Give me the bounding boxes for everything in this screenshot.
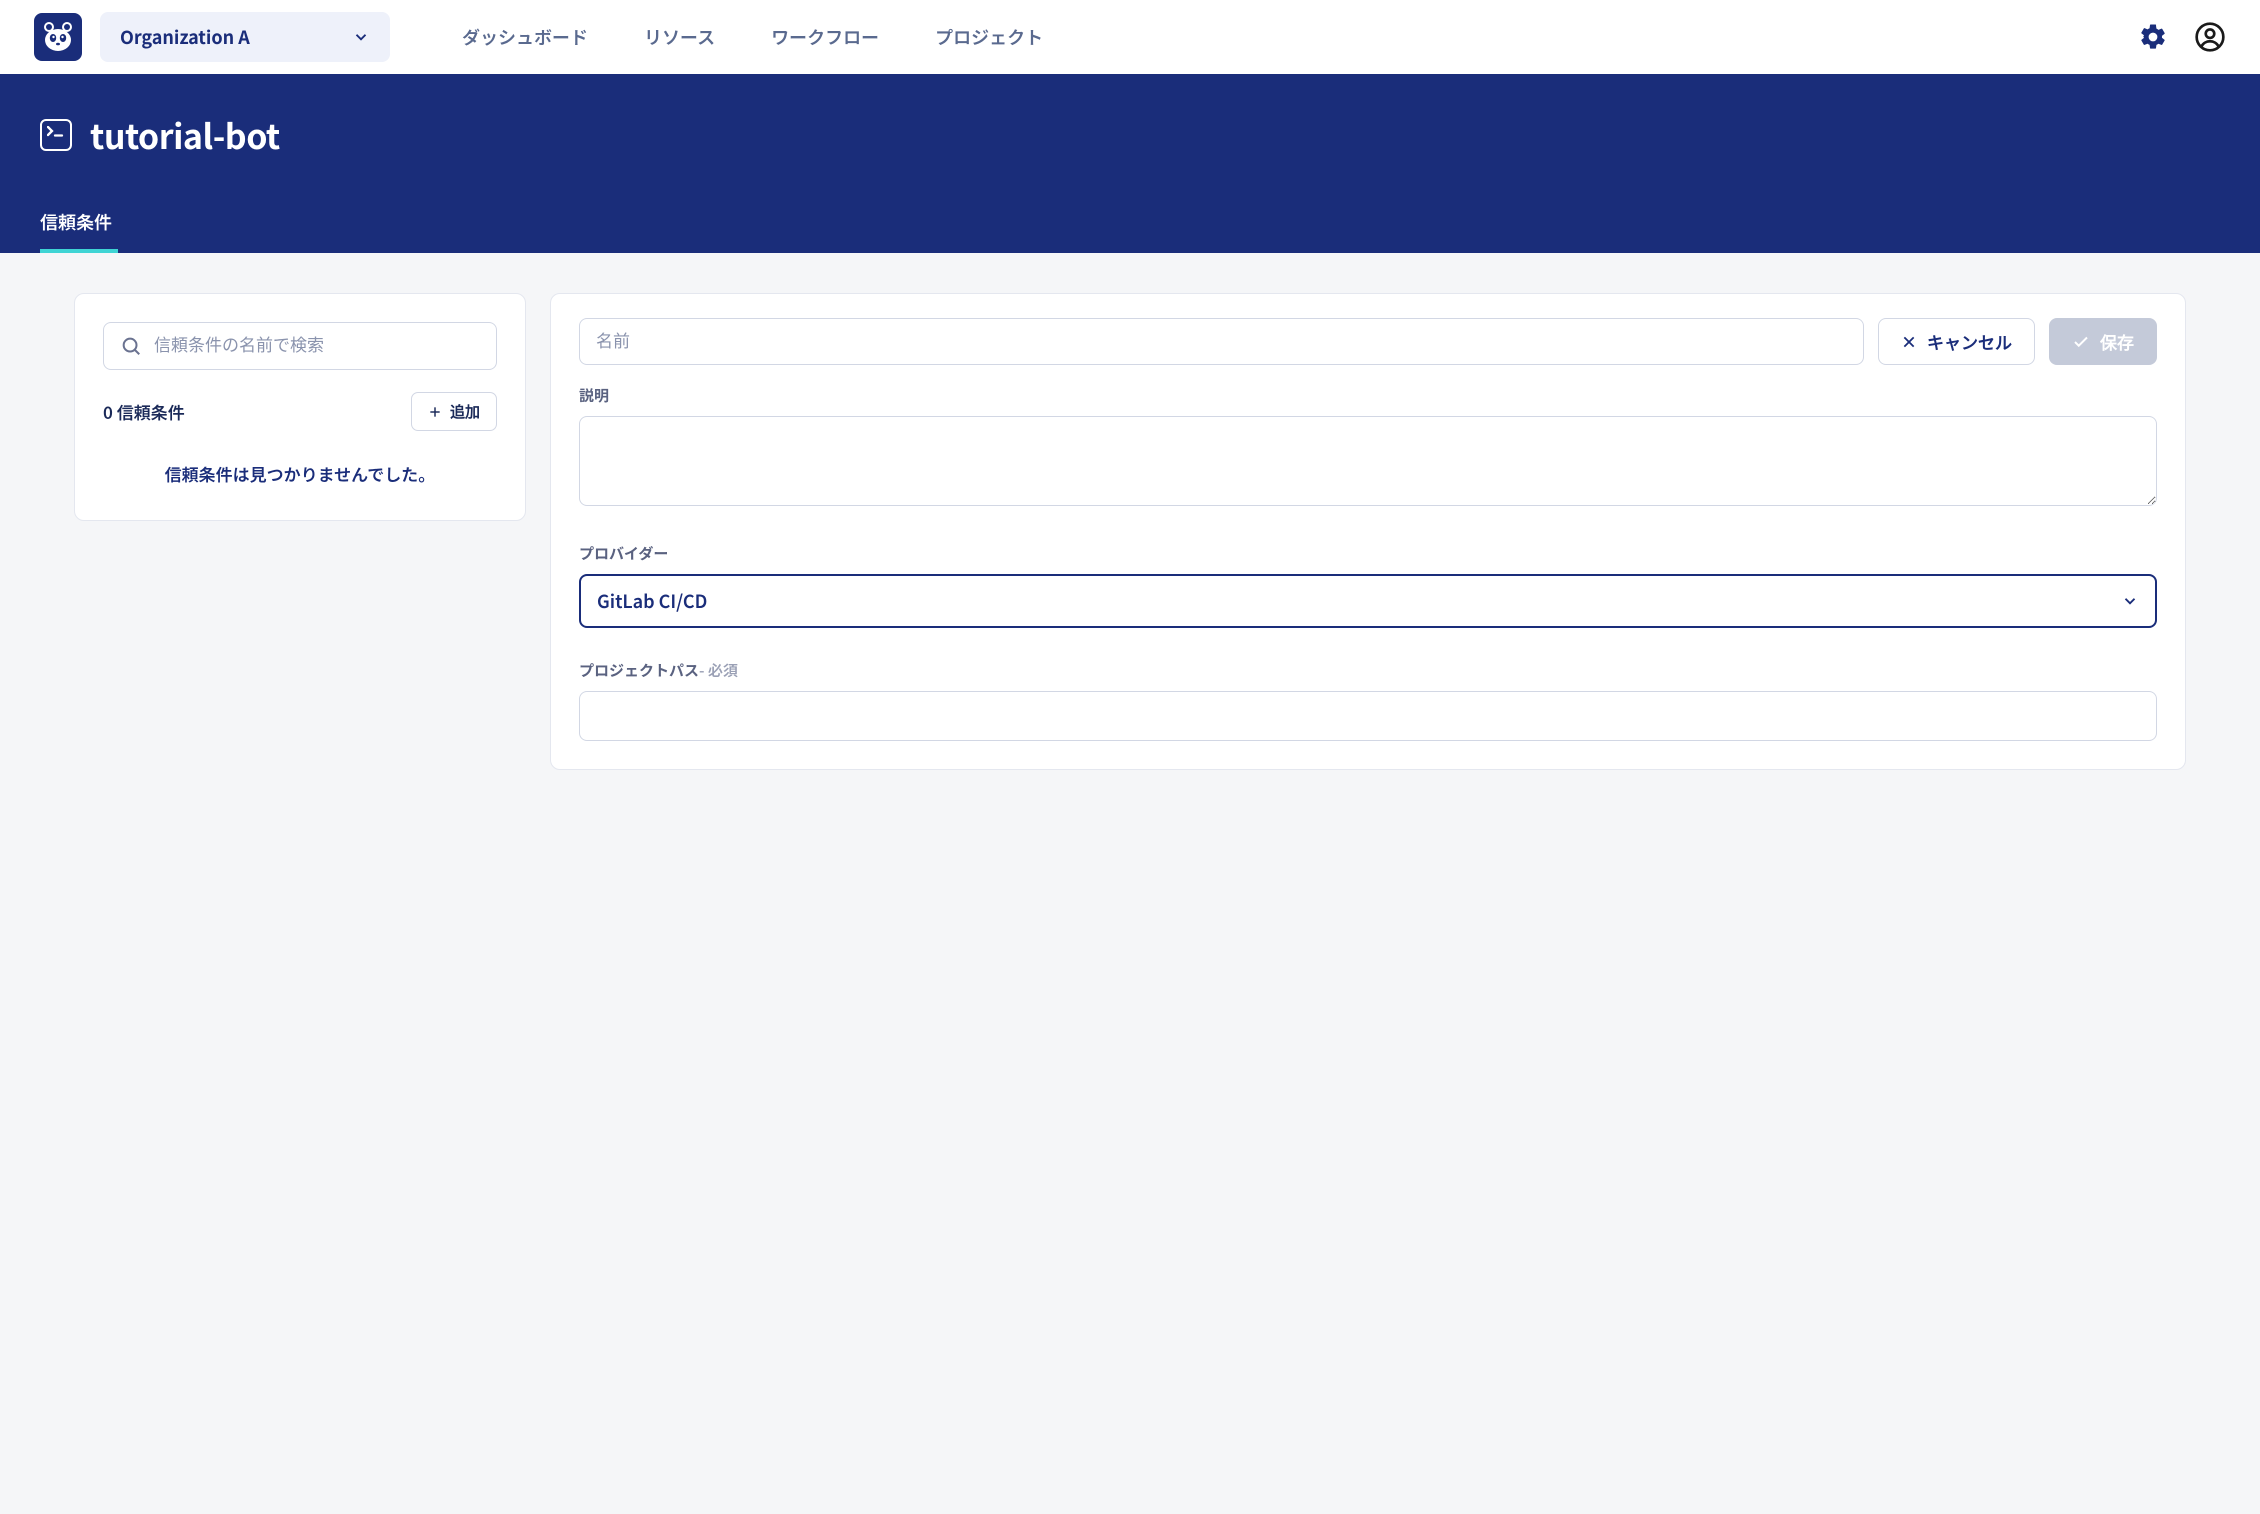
nav-resources[interactable]: リソース: [644, 24, 715, 50]
empty-list-message: 信頼条件は見つかりませんでした。: [103, 453, 497, 492]
user-circle-icon: [2194, 21, 2226, 53]
gear-icon: [2138, 22, 2168, 52]
main-content: 0 信頼条件 追加 信頼条件は見つかりませんでした。 キャンセル: [0, 253, 2260, 810]
terminal-icon: [40, 119, 72, 151]
provider-selected-value: GitLab CI/CD: [597, 588, 707, 614]
provider-select[interactable]: GitLab CI/CD: [579, 574, 2157, 628]
topbar-actions: [2138, 21, 2226, 53]
add-trust-condition-button[interactable]: 追加: [411, 392, 497, 431]
page-title-row: tutorial-bot: [40, 110, 2220, 159]
settings-button[interactable]: [2138, 22, 2168, 52]
top-navigation: Organization A ダッシュボード リソース ワークフロー プロジェク…: [0, 0, 2260, 74]
check-icon: [2072, 333, 2090, 351]
account-button[interactable]: [2194, 21, 2226, 53]
plus-icon: [428, 405, 442, 419]
save-button[interactable]: 保存: [2049, 318, 2157, 365]
page-tabs: 信頼条件: [40, 209, 2220, 253]
project-path-input[interactable]: [579, 691, 2157, 741]
project-path-label: プロジェクトパス- 必須: [579, 660, 2157, 681]
app-logo[interactable]: [34, 13, 82, 61]
search-box[interactable]: [103, 322, 497, 370]
panda-icon: [41, 20, 75, 54]
page-title: tutorial-bot: [90, 110, 280, 159]
search-input[interactable]: [154, 336, 480, 356]
provider-label: プロバイダー: [579, 543, 2157, 564]
trust-condition-form-panel: キャンセル 保存 説明 プロバイダー GitLab CI/CD プロジェクトパス…: [550, 293, 2186, 770]
chevron-down-icon: [2121, 592, 2139, 610]
nav-dashboard[interactable]: ダッシュボード: [462, 24, 588, 50]
chevron-down-icon: [352, 28, 370, 46]
form-top-row: キャンセル 保存: [579, 318, 2157, 365]
list-header-row: 0 信頼条件 追加: [103, 392, 497, 431]
page-header: tutorial-bot 信頼条件: [0, 74, 2260, 253]
description-textarea[interactable]: [579, 416, 2157, 506]
description-label: 説明: [579, 385, 2157, 406]
nav-projects[interactable]: プロジェクト: [935, 24, 1043, 50]
cancel-button[interactable]: キャンセル: [1878, 318, 2035, 365]
trust-conditions-count: 0 信頼条件: [103, 399, 185, 424]
add-button-label: 追加: [450, 401, 480, 422]
name-input[interactable]: [579, 318, 1864, 365]
organization-selector[interactable]: Organization A: [100, 12, 390, 62]
organization-name: Organization A: [120, 24, 250, 50]
close-icon: [1901, 334, 1917, 350]
trust-conditions-list-panel: 0 信頼条件 追加 信頼条件は見つかりませんでした。: [74, 293, 526, 521]
nav-workflows[interactable]: ワークフロー: [771, 24, 879, 50]
main-nav: ダッシュボード リソース ワークフロー プロジェクト: [462, 24, 2120, 50]
save-button-label: 保存: [2100, 329, 2134, 354]
tab-trust-conditions[interactable]: 信頼条件: [40, 209, 112, 253]
cancel-button-label: キャンセル: [1927, 329, 2012, 354]
search-icon: [120, 335, 142, 357]
